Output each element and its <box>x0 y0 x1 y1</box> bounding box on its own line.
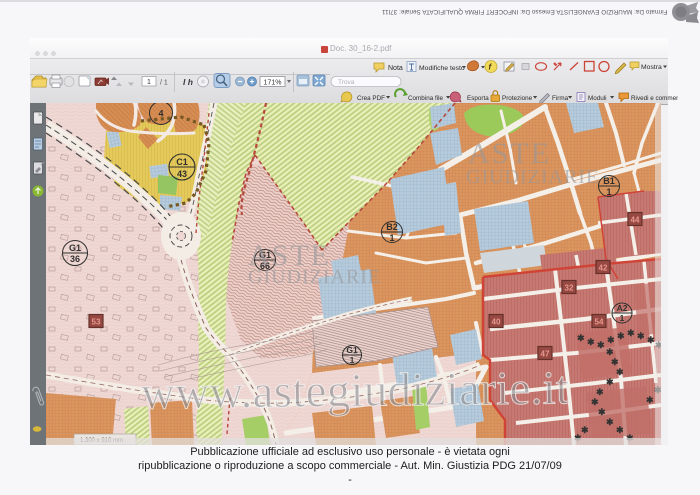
svg-text:I h: I h <box>183 77 193 87</box>
svg-text:/ 1: / 1 <box>160 80 168 87</box>
svg-text:Rivedi e commenta: Rivedi e commenta <box>631 95 678 102</box>
svg-text:Moduli: Moduli <box>588 95 607 102</box>
svg-text:171%: 171% <box>264 80 282 87</box>
svg-text:Mostra: Mostra <box>641 64 662 71</box>
svg-text:Trova: Trova <box>338 79 355 86</box>
svg-text:Nota: Nota <box>388 65 403 72</box>
svg-text:Combina file: Combina file <box>408 95 443 102</box>
svg-text:Crea PDF: Crea PDF <box>357 95 385 102</box>
svg-text:Firma: Firma <box>552 95 569 102</box>
svg-text:Protezione: Protezione <box>502 95 533 102</box>
svg-text:1: 1 <box>147 79 151 86</box>
svg-text:Modifiche testo: Modifiche testo <box>419 65 465 72</box>
svg-text:Esporta: Esporta <box>467 95 489 102</box>
